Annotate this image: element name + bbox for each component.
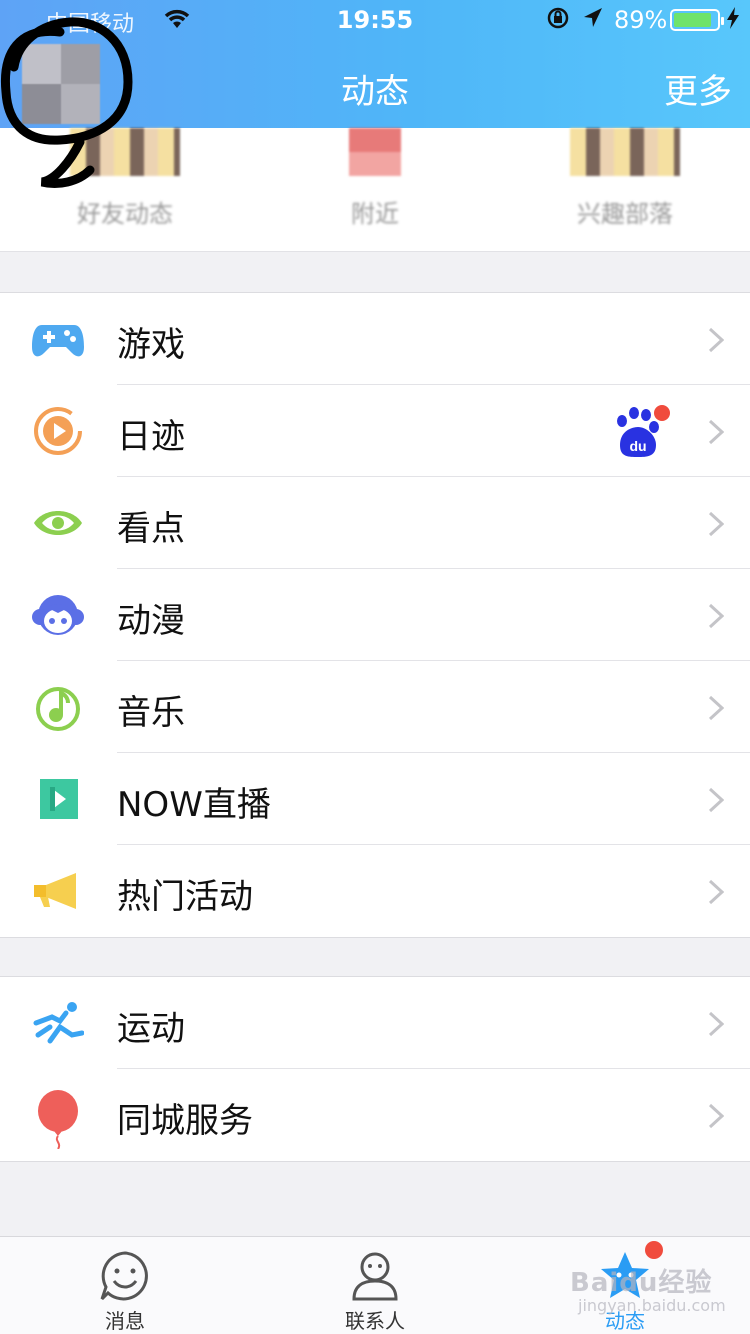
- list-item-music[interactable]: 音乐: [0, 661, 750, 753]
- tab-label: 消息: [105, 1309, 145, 1333]
- shortcut-image: [570, 128, 680, 176]
- gamepad-icon: [32, 313, 84, 365]
- tab-label: 联系人: [345, 1309, 405, 1333]
- list-item-kandian[interactable]: 看点: [0, 477, 750, 569]
- chevron-right-icon: [708, 327, 724, 353]
- anime-face-icon: [32, 589, 84, 641]
- now-live-icon: [32, 773, 84, 825]
- scribble-annotation: [0, 17, 133, 188]
- baidu-paw-icon: du: [610, 405, 670, 461]
- battery-percent: 89%: [614, 6, 668, 34]
- list-item-label: 日迹: [117, 417, 185, 457]
- megaphone-icon: [32, 865, 84, 917]
- balloon-icon: [32, 1089, 84, 1150]
- watermark: Baidu经验: [570, 1268, 713, 1298]
- svg-text:du: du: [629, 438, 646, 454]
- shortcut-label: 兴趣部落: [577, 200, 673, 228]
- charging-bolt-icon: [726, 6, 740, 36]
- feature-list: 游戏 日迹 du 看点 动漫 音乐 NOW直播 热门活动: [0, 292, 750, 938]
- chevron-right-icon: [708, 1103, 724, 1129]
- list-item-label: NOW直播: [117, 785, 271, 825]
- service-list: 运动 同城服务: [0, 976, 750, 1162]
- list-item-label: 游戏: [117, 325, 185, 365]
- shortcut-label: 好友动态: [77, 200, 173, 228]
- notification-dot: [645, 1241, 663, 1259]
- list-item-anime[interactable]: 动漫: [0, 569, 750, 661]
- list-item-label: 运动: [117, 1009, 185, 1049]
- list-item-sports[interactable]: 运动: [0, 977, 750, 1069]
- shortcut-label: 附近: [351, 200, 399, 228]
- shortcut-image: [349, 128, 401, 176]
- shortcut-nearby[interactable]: 附近: [285, 128, 465, 252]
- music-note-icon: [32, 681, 84, 733]
- list-item-label: 同城服务: [117, 1101, 253, 1141]
- list-item-daily[interactable]: 日迹 du: [0, 385, 750, 477]
- running-icon: [32, 997, 85, 1049]
- chevron-right-icon: [708, 879, 724, 905]
- eye-icon: [32, 497, 84, 549]
- tab-messages[interactable]: 消息: [0, 1237, 250, 1334]
- battery-icon: [670, 9, 724, 31]
- list-item-label: 热门活动: [117, 877, 253, 917]
- smiley-chat-icon: [100, 1251, 148, 1301]
- list-item-label: 动漫: [117, 601, 185, 641]
- watermark-url: jingyan.baidu.com: [578, 1296, 726, 1315]
- play-circle-icon: [32, 405, 84, 457]
- list-item-hot-events[interactable]: 热门活动: [0, 845, 750, 937]
- chevron-right-icon: [708, 511, 724, 537]
- person-icon: [352, 1252, 398, 1301]
- location-arrow-icon: [582, 6, 604, 36]
- chevron-right-icon: [708, 419, 724, 445]
- list-item-local-services[interactable]: 同城服务: [0, 1069, 750, 1161]
- tab-contacts[interactable]: 联系人: [250, 1237, 500, 1334]
- list-item-label: 音乐: [117, 693, 185, 733]
- chevron-right-icon: [708, 1011, 724, 1037]
- chevron-right-icon: [708, 603, 724, 629]
- chevron-right-icon: [708, 787, 724, 813]
- chevron-right-icon: [708, 695, 724, 721]
- list-item-now-live[interactable]: NOW直播: [0, 753, 750, 845]
- more-button[interactable]: 更多: [664, 64, 732, 113]
- rotation-lock-icon: [546, 6, 570, 36]
- list-item-games[interactable]: 游戏: [0, 293, 750, 385]
- shortcut-tribe[interactable]: 兴趣部落: [535, 128, 715, 252]
- list-item-label: 看点: [117, 509, 185, 549]
